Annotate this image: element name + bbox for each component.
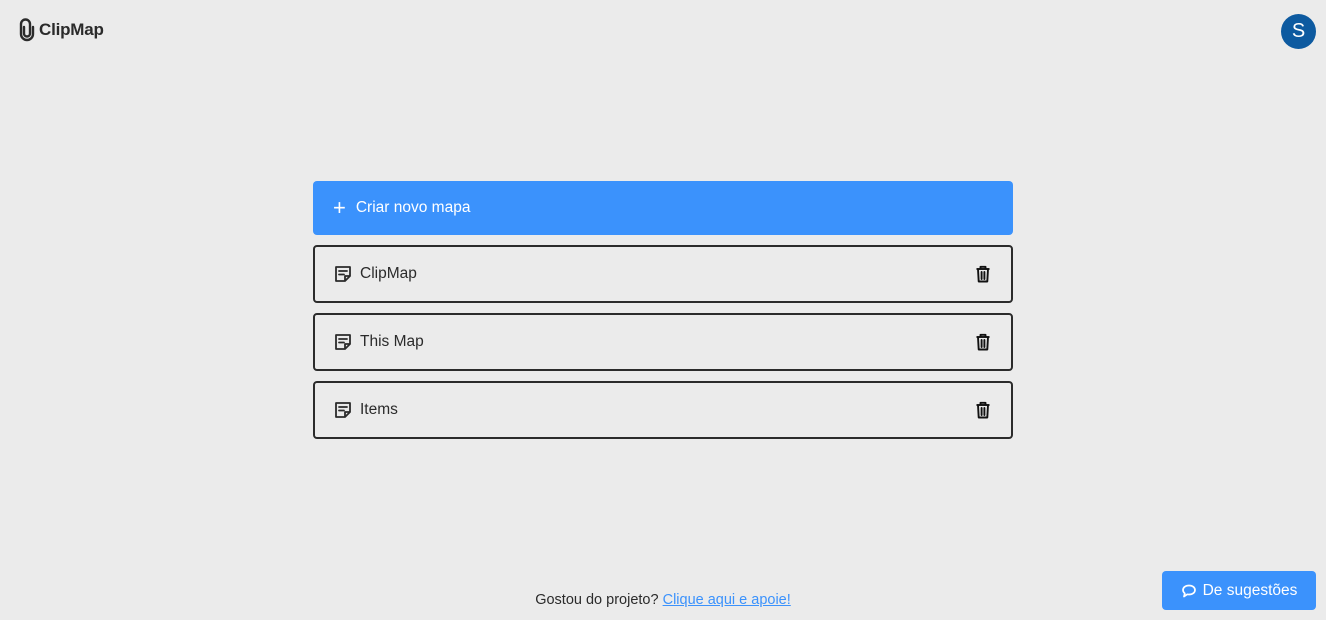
plus-icon: + bbox=[333, 195, 346, 220]
app-name: ClipMap bbox=[39, 20, 104, 39]
avatar-initial: S bbox=[1291, 20, 1306, 42]
note-icon bbox=[333, 264, 353, 284]
map-name: Items bbox=[360, 401, 398, 418]
map-list-item[interactable]: This Map bbox=[313, 313, 1013, 371]
create-map-label: Criar novo mapa bbox=[355, 199, 471, 216]
trash-icon[interactable] bbox=[973, 332, 993, 352]
trash-icon[interactable] bbox=[973, 400, 993, 420]
map-name: ClipMap bbox=[360, 265, 417, 282]
footer-text: Gostou do projeto? bbox=[535, 592, 659, 608]
map-name: This Map bbox=[360, 333, 424, 350]
footer-support: Gostou do projeto? Clique aqui e apoie! bbox=[0, 592, 1326, 608]
user-avatar[interactable]: S bbox=[1281, 14, 1316, 49]
map-list-item[interactable]: Items bbox=[313, 381, 1013, 439]
trash-icon[interactable] bbox=[973, 264, 993, 284]
suggestions-label: De sugestões bbox=[1202, 581, 1298, 599]
note-icon bbox=[333, 400, 353, 420]
paperclip-icon bbox=[18, 18, 36, 42]
create-map-button[interactable]: + Criar novo mapa bbox=[313, 181, 1013, 235]
suggestions-button[interactable]: De sugestões bbox=[1162, 571, 1316, 610]
support-link[interactable]: Clique aqui e apoie! bbox=[663, 592, 791, 608]
app-logo[interactable]: ClipMap bbox=[18, 18, 104, 42]
note-icon bbox=[333, 332, 353, 352]
map-list-item[interactable]: ClipMap bbox=[313, 245, 1013, 303]
chat-bubble-icon bbox=[1181, 583, 1197, 599]
